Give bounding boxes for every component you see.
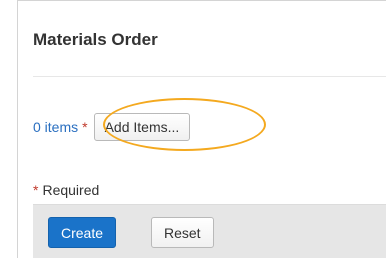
- section-divider: [33, 76, 386, 77]
- required-note-text: Required: [42, 182, 100, 198]
- create-button[interactable]: Create: [48, 217, 117, 248]
- reset-button[interactable]: Reset: [151, 217, 214, 248]
- action-bar: Create Reset: [33, 204, 386, 258]
- required-note-marker: *: [33, 182, 39, 198]
- items-field-row: 0 items * Add Items...: [33, 113, 191, 141]
- required-marker: *: [82, 119, 88, 135]
- page-title: Materials Order: [33, 30, 158, 49]
- items-count-link[interactable]: 0 items: [33, 119, 78, 135]
- required-note: * Required: [33, 182, 99, 198]
- add-items-button[interactable]: Add Items...: [93, 113, 191, 141]
